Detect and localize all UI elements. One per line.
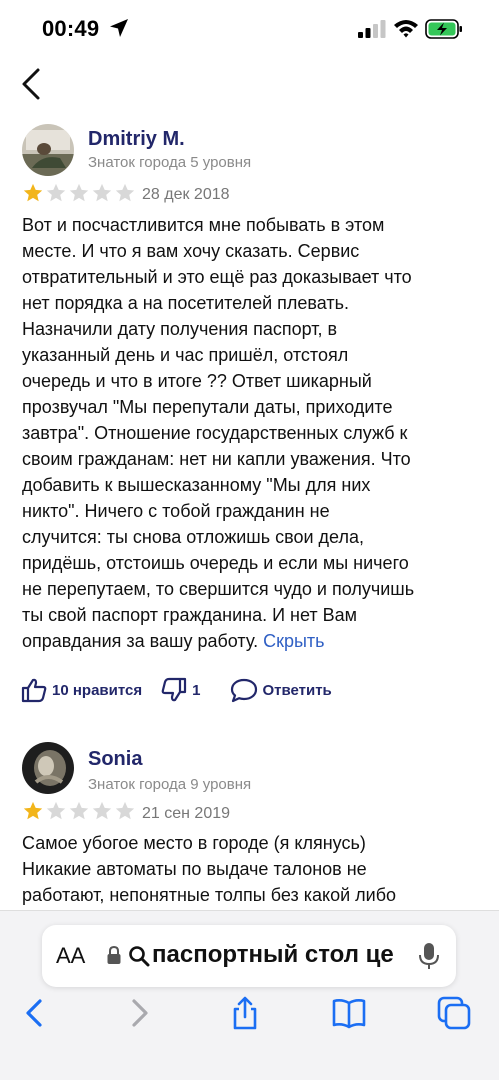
review-date: 28 дек 2018 [142, 186, 230, 203]
review-text-line: указанный день и час пришёл, отстоял [22, 345, 349, 365]
review-text-line: Вот и посчастливится мне побывать в этом [22, 215, 385, 235]
author-level: Знаток города 5 уровня [88, 154, 252, 171]
star-empty-icon [115, 801, 135, 820]
review-text-line: Никакие автоматы по выдаче талонов не [22, 859, 367, 879]
reply-button[interactable]: Ответить [230, 676, 332, 704]
review-text-line: никто". Ничего с тобой гражданин не [22, 501, 330, 521]
signal-icon [358, 20, 386, 38]
location-arrow-icon [110, 19, 128, 37]
review-text: Самое убогое место в городе (я клянусь) Н… [22, 830, 484, 908]
author-name[interactable]: Sonia [88, 748, 142, 771]
review-text-line: работают, непонятные толпы без какой либ… [22, 885, 397, 905]
review-text-line: очередь и что в итоге ?? Ответ шикарный [22, 371, 372, 391]
like-button[interactable]: 10 нравится [20, 676, 142, 704]
lock-icon [107, 945, 121, 964]
battery-charging-icon [425, 19, 462, 39]
avatar-photo [22, 742, 74, 794]
dislikes-count: 1 [192, 681, 201, 699]
rating-stars [22, 182, 136, 204]
share-icon[interactable] [227, 995, 263, 1031]
author-level: Знаток города 9 уровня [88, 776, 252, 793]
rating-stars [22, 800, 136, 822]
avatar-photo [22, 124, 74, 176]
review-card: Dmitriy M. Знаток города 5 уровня 28 дек… [0, 120, 499, 720]
review-text-line: месте. И что я вам хочу сказать. Сервис [22, 241, 360, 261]
star-filled-icon [23, 801, 43, 820]
wifi-icon [394, 20, 418, 38]
address-bar[interactable]: AA паспортный стол це [42, 925, 456, 987]
thumbs-down-icon [161, 677, 187, 702]
thumbs-up-icon [21, 678, 47, 703]
star-empty-icon [92, 801, 112, 820]
search-icon [129, 946, 150, 967]
forward-icon[interactable] [122, 995, 158, 1031]
avatar[interactable] [22, 742, 74, 794]
reply-label: Ответить [262, 681, 332, 699]
review-text-line: ты свой паспорт гражданина. И нет Вам [22, 605, 358, 625]
review-actions: 10 нравится 1 Ответить [20, 676, 332, 704]
star-empty-icon [69, 183, 89, 202]
review-text-line: случится: ты снова отложишь свои дела, [22, 527, 364, 547]
dislike-button[interactable]: 1 [160, 676, 200, 704]
address-text[interactable]: паспортный стол це [152, 941, 410, 969]
star-empty-icon [46, 183, 66, 202]
star-filled-icon [23, 183, 43, 202]
review-text-line: Назначили дату получения паспорт, в [22, 319, 338, 339]
star-empty-icon [69, 801, 89, 820]
review-text: Вот и посчастливится мне побывать в этом… [22, 212, 484, 654]
star-empty-icon [46, 801, 66, 820]
review-text-line: Самое убогое место в городе (я клянусь) [22, 833, 366, 853]
review-date: 21 сен 2019 [142, 805, 231, 822]
review-text-line: оправдания за вашу работу. Скрыть [22, 631, 325, 651]
review-text-line: нет порядка а на посетителей плевать. [22, 293, 350, 313]
status-bar: 00:49 [0, 0, 499, 60]
back-icon[interactable] [16, 995, 52, 1031]
review-text-line: придёшь, отстоишь очередь и если мы ниче… [22, 553, 409, 573]
likes-label: 10 нравится [52, 681, 143, 699]
review-text-line: завтра". Отношение государственных служб… [22, 423, 408, 443]
review-text-line: своим гражданам: нет ни капли уважения. … [22, 449, 411, 469]
review-text-line: не перепутаем, то свершится чудо и получ… [22, 579, 415, 599]
review-text-line: прозвучал "Мы перепутали даты, приходите [22, 397, 393, 417]
reader-settings-button[interactable]: AA [56, 943, 85, 969]
star-empty-icon [92, 183, 112, 202]
tabs-icon[interactable] [436, 995, 472, 1031]
microphone-icon[interactable] [418, 942, 440, 970]
status-time: 00:49 [42, 16, 100, 41]
review-text-line: добавить к вышесказанному "Мы для них [22, 475, 371, 495]
speech-bubble-icon [231, 678, 258, 703]
back-chevron-icon[interactable] [14, 64, 54, 104]
author-name[interactable]: Dmitriy M. [88, 128, 185, 151]
star-empty-icon [115, 183, 135, 202]
avatar[interactable] [22, 124, 74, 176]
hide-link[interactable]: Скрыть [263, 631, 324, 651]
review-text-line: отвратительный и это ещё раз доказывает … [22, 267, 412, 287]
browser-bottom-bar: AA паспортный стол це [0, 910, 499, 1080]
review-card: Sonia Знаток города 9 уровня 21 сен 2019… [0, 738, 499, 910]
bookmarks-icon[interactable] [331, 995, 367, 1031]
